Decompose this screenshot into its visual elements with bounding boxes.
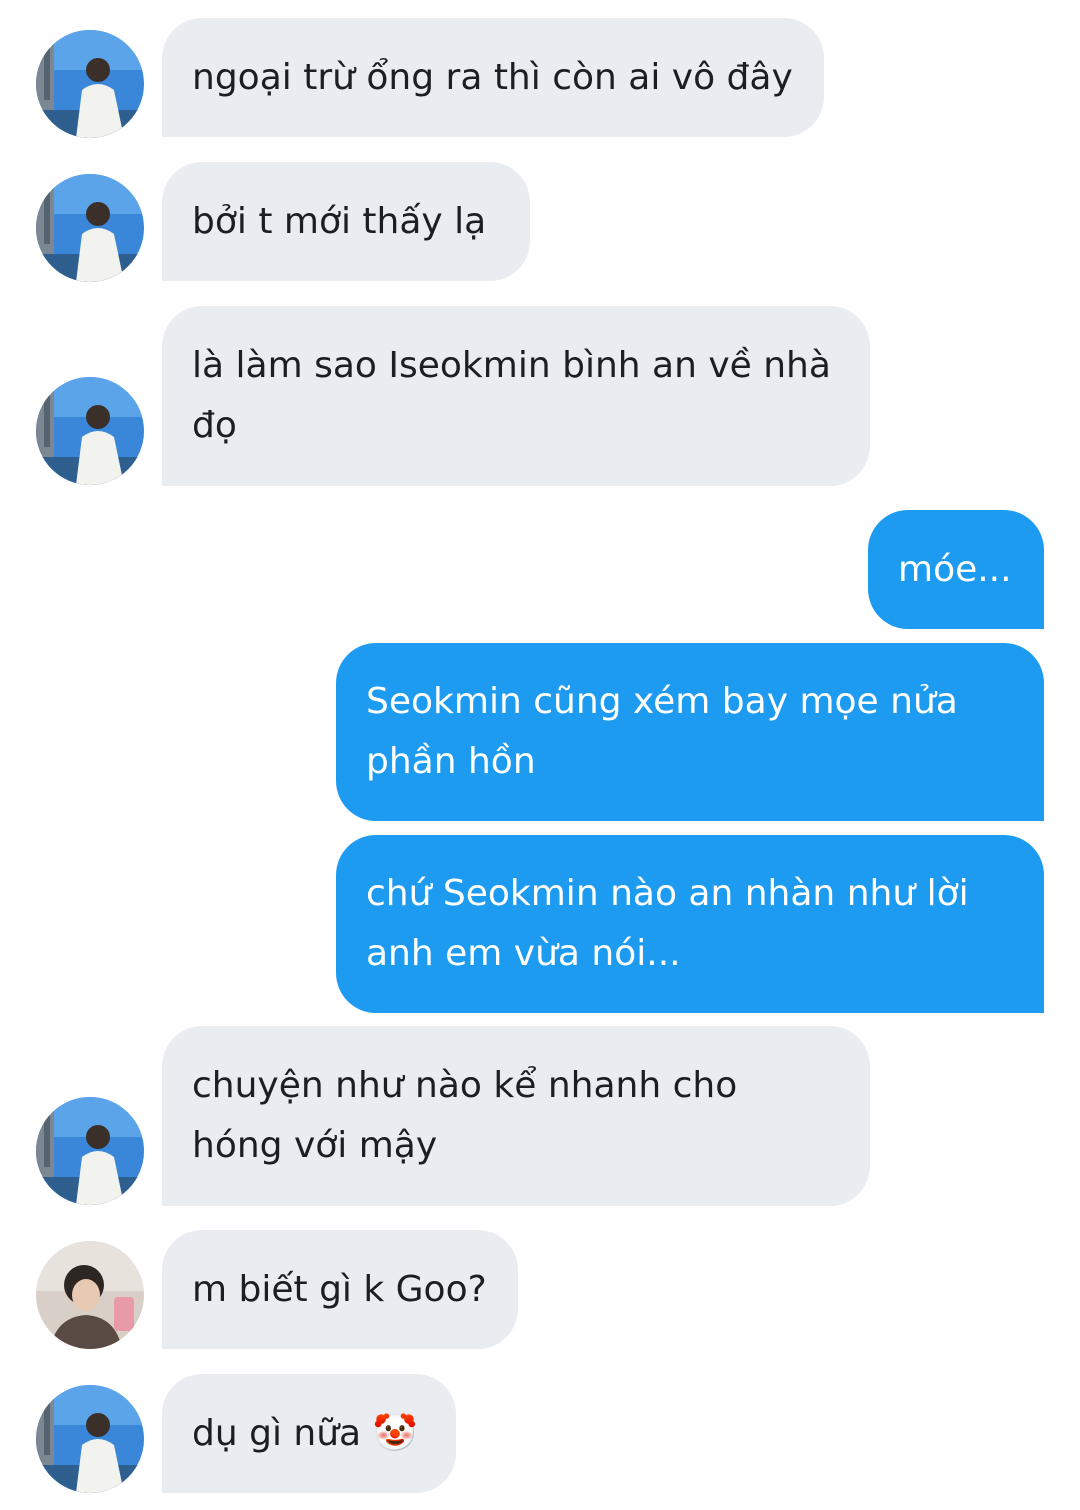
friend-avatar[interactable] [36, 377, 144, 485]
message-bubble-outgoing[interactable]: chứ Seokmin nào an nhàn như lời anh em v… [336, 835, 1044, 1013]
message-bubble-incoming[interactable]: là làm sao Iseokmin bình an về nhà đọ [162, 306, 870, 486]
message-bubble-incoming[interactable]: m biết gì k Goo? [162, 1230, 518, 1349]
friend-avatar[interactable] [36, 1385, 144, 1493]
message-bubble-outgoing[interactable]: móe... [868, 510, 1044, 629]
friend-avatar[interactable] [36, 174, 144, 282]
message-bubble-incoming[interactable]: bởi t mới thấy lạ [162, 162, 530, 281]
message-bubble-incoming[interactable]: chuyện như nào kể nhanh cho hóng với mậy [162, 1026, 870, 1206]
friend-avatar[interactable] [36, 30, 144, 138]
message-bubble-incoming[interactable]: ngoại trừ ổng ra thì còn ai vô đây [162, 18, 824, 137]
friend-avatar[interactable] [36, 1097, 144, 1205]
second-friend-avatar[interactable] [36, 1241, 144, 1349]
message-bubble-incoming[interactable]: dụ gì nữa 🤡 [162, 1374, 456, 1493]
message-bubble-outgoing[interactable]: Seokmin cũng xém bay mọe nửa phần hồn [336, 643, 1044, 821]
